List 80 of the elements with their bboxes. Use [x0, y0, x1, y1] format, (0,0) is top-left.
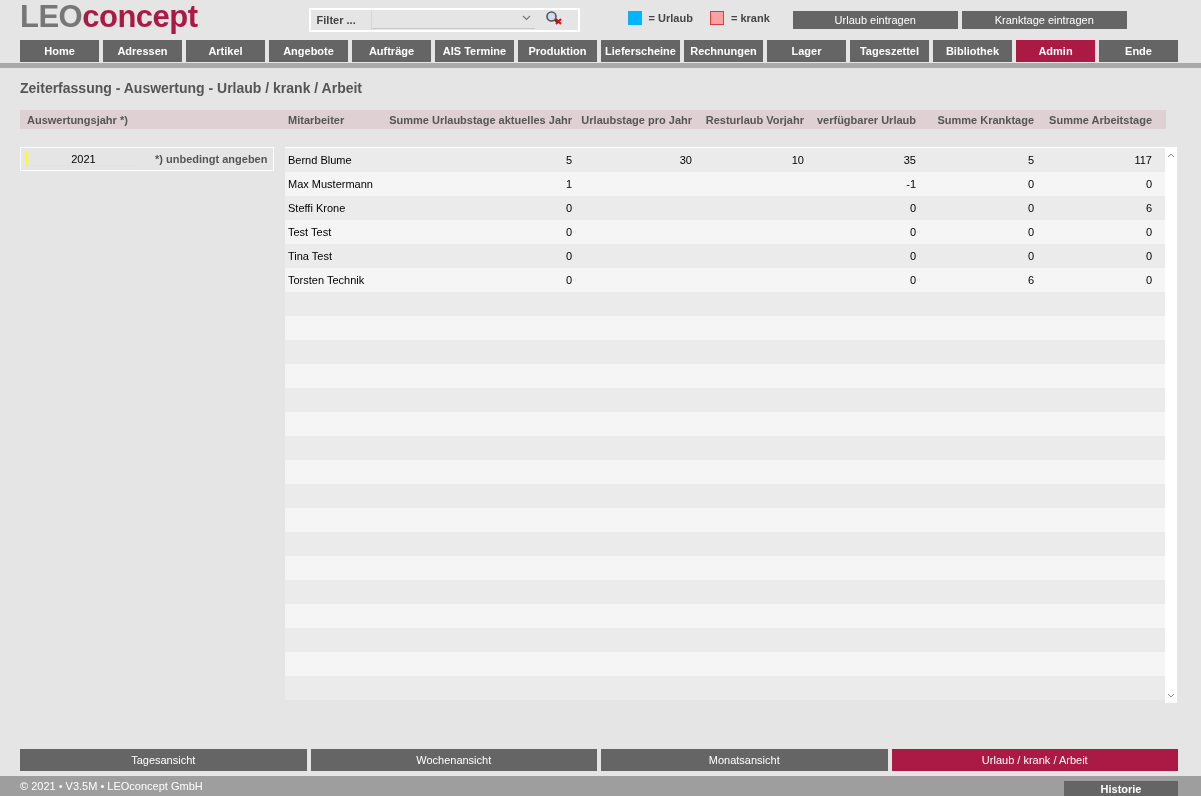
- header-button[interactable]: Kranktage eintragen: [961, 11, 1127, 29]
- view-tab[interactable]: Monatsansicht: [601, 749, 888, 771]
- nav-tab[interactable]: Produktion: [518, 40, 597, 62]
- scrollbar[interactable]: [1165, 148, 1177, 703]
- nav-tab[interactable]: Adressen: [103, 40, 182, 62]
- table-cell-text: 0: [1026, 178, 1035, 190]
- nav-tab[interactable]: Lieferscheine: [601, 40, 680, 62]
- table-cell-text: 35: [902, 154, 917, 166]
- table-cell-text: 5: [1026, 154, 1035, 166]
- search-icon[interactable]: [544, 10, 563, 26]
- chevron-up-icon[interactable]: [1167, 152, 1175, 158]
- table-cell-text: Tina Test: [287, 250, 334, 262]
- table-cell-text: 0: [564, 226, 573, 238]
- table-cell-text: 0: [1144, 226, 1153, 238]
- view-tab[interactable]: Urlaub / krank / Arbeit: [891, 749, 1178, 771]
- table-cell-text: -1: [905, 178, 917, 190]
- table-cell-text: 30: [678, 154, 693, 166]
- view-tab[interactable]: Tagesansicht: [20, 749, 307, 771]
- table-cell-text: 1: [564, 178, 573, 190]
- chevron-down-icon: [521, 15, 531, 21]
- column-header: verfügbarer Urlaub: [815, 113, 917, 126]
- table-cell-text: 0: [908, 202, 917, 214]
- nav-tab[interactable]: Tageszettel: [850, 40, 929, 62]
- table-cell-text: 0: [908, 226, 917, 238]
- column-header: Summe Arbeitstage: [1048, 113, 1153, 126]
- column-header: Mitarbeiter: [287, 113, 346, 126]
- nav-tab[interactable]: Admin: [1016, 40, 1095, 62]
- year-label: Auswertungsjahr *): [26, 113, 129, 126]
- nav-tab[interactable]: Rechnungen: [684, 40, 763, 62]
- table-row[interactable]: Test Test 0 0 0 0: [285, 220, 1165, 244]
- table-row[interactable]: Max Mustermann 1 -1 0 0: [285, 172, 1165, 196]
- year-field[interactable]: 2021: [26, 152, 140, 166]
- table-cell-text: 0: [1144, 250, 1153, 262]
- table-cell-text: 6: [1144, 202, 1153, 214]
- column-header: Resturlaub Vorjahr: [704, 113, 805, 126]
- nav-tab[interactable]: Artikel: [186, 40, 265, 62]
- table-cell-text: 0: [564, 274, 573, 286]
- nav-tab[interactable]: AIS Termine: [435, 40, 514, 62]
- chevron-down-icon[interactable]: [1167, 693, 1175, 699]
- nav-tab[interactable]: Ende: [1099, 40, 1178, 62]
- table-cell-text: 0: [1144, 178, 1153, 190]
- table-cell-text: 0: [1026, 250, 1035, 262]
- logo: LEOconcept: [20, 0, 198, 34]
- table-cell-text: Bernd Blume: [287, 154, 353, 166]
- column-header: Summe Urlaubstage aktuelles Jahr: [388, 113, 573, 126]
- nav-tab[interactable]: Angebote: [269, 40, 348, 62]
- table-cell-text: Max Mustermann: [287, 178, 374, 190]
- nav-tab[interactable]: Home: [20, 40, 99, 62]
- table-cell-text: 6: [1026, 274, 1035, 286]
- table-row[interactable]: Tina Test 0 0 0 0: [285, 244, 1165, 268]
- table-cell-text: 0: [908, 274, 917, 286]
- nav-tab[interactable]: Lager: [767, 40, 846, 62]
- column-header: Urlaubstage pro Jahr: [580, 113, 693, 126]
- nav-tab[interactable]: Aufträge: [352, 40, 431, 62]
- table-cell-text: Steffi Krone: [287, 202, 347, 214]
- view-tab[interactable]: Wochenansicht: [310, 749, 597, 771]
- table-cell-text: 0: [1026, 226, 1035, 238]
- required-hint: *) unbedingt angeben: [155, 153, 268, 165]
- table-cell-text: Torsten Technik: [287, 274, 366, 286]
- history-button[interactable]: Historie: [1064, 781, 1178, 796]
- table-cell-text: 5: [564, 154, 573, 166]
- table-cell-text: 10: [790, 154, 805, 166]
- table-cell-text: 0: [1144, 274, 1153, 286]
- table-cell-text: 117: [1133, 154, 1153, 166]
- nav-tab[interactable]: Bibliothek: [933, 40, 1012, 62]
- column-header: Summe Kranktage: [936, 113, 1035, 126]
- filter-label: Filter ...: [316, 14, 357, 26]
- header-button[interactable]: Urlaub eintragen: [792, 11, 958, 29]
- legend-label: = Urlaub: [648, 12, 693, 24]
- table-row[interactable]: Steffi Krone 0 0 0 6: [285, 196, 1165, 220]
- table-row[interactable]: Torsten Technik 0 0 6 0: [285, 268, 1165, 292]
- table-cell-text: Test Test: [287, 226, 333, 238]
- table-cell-text: 0: [564, 202, 573, 214]
- legend-label: = krank: [730, 12, 770, 24]
- table-row[interactable]: Bernd Blume 5 30 10 35 5 117: [285, 148, 1165, 172]
- table-cell-text: 0: [1026, 202, 1035, 214]
- copyright-text: © 2021 • V3.5M • LEOconcept GmbH: [20, 780, 203, 792]
- page-title: Zeiterfassung - Auswertung - Urlaub / krank / Arbeit: [20, 79, 363, 98]
- table-cell-text: 0: [564, 250, 573, 262]
- table-cell-text: 0: [908, 250, 917, 262]
